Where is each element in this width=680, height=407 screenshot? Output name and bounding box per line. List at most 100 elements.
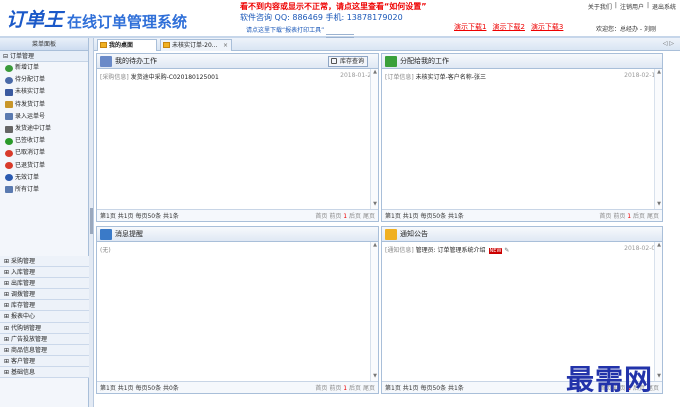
prev-page-link[interactable]: 前页 xyxy=(613,213,625,220)
form-icon xyxy=(5,113,13,121)
demo-download-links: 演示下载1 演示下载2 演示下载3 xyxy=(454,22,563,32)
return-icon xyxy=(5,162,13,170)
pagination: 第1页 共1页 每页50条 共1条 首页 前页 1 后页 尾页 xyxy=(382,209,662,221)
folder-icon xyxy=(163,42,170,48)
tab-scroll-arrows[interactable]: ◁ ▷ xyxy=(663,40,674,47)
last-page-link[interactable]: 尾页 xyxy=(363,213,375,220)
doc-icon xyxy=(5,186,13,194)
scrollbar[interactable]: ▲ ▼ xyxy=(654,242,662,381)
sidebar-item-inventory[interactable]: ⊞ 库存管理 xyxy=(0,300,89,312)
about-link[interactable]: 关于我们 xyxy=(588,2,612,11)
user-icon xyxy=(5,76,13,84)
folder-icon xyxy=(100,42,107,48)
logout-link[interactable]: 注销用户 xyxy=(620,2,644,11)
app-header: 订单王 在线订单管理系统 看不到内容或显示不正常，请点这里查看“如何设置” 软件… xyxy=(0,0,680,36)
page-number[interactable]: 1 xyxy=(343,385,347,392)
tab-my-desktop[interactable]: 我的桌面 xyxy=(97,39,157,51)
first-page-link[interactable]: 首页 xyxy=(315,385,327,392)
car-icon xyxy=(5,125,13,133)
list-item[interactable]: [采购信息] 发货途中采购-C020180125001 2018-01-25 xyxy=(97,69,378,81)
logo-main-text: 订单王 xyxy=(6,9,64,31)
sidebar-item-all-orders[interactable]: 所有订单 xyxy=(0,184,88,196)
page-number[interactable]: 1 xyxy=(343,213,347,220)
settings-notice-link[interactable]: 看不到内容或显示不正常，请点这里查看“如何设置” xyxy=(240,1,427,12)
truck-icon xyxy=(5,101,13,109)
menu-sidebar: 菜单面板 ⊟ 订单管理 新增订单 待分配订单 未核实订单 待发货订单 录入运单号… xyxy=(0,38,89,407)
sidebar-item-cancelled[interactable]: 已取消订单 xyxy=(0,147,88,159)
sidebar-item-signed[interactable]: 已签收订单 xyxy=(0,135,88,147)
sidebar-item-agency[interactable]: ⊞ 代购销管理 xyxy=(0,322,89,334)
next-page-link[interactable]: 后页 xyxy=(349,385,361,392)
cancel-icon xyxy=(5,149,13,157)
first-page-link[interactable]: 首页 xyxy=(315,213,327,220)
contact-info: 软件咨询 QQ: 886469 手机: 13878179020 xyxy=(240,13,403,22)
app-logo: 订单王 在线订单管理系统 xyxy=(6,6,187,32)
sidebar-item-in-transit[interactable]: 发货途中订单 xyxy=(0,123,88,135)
order-menu: 新增订单 待分配订单 未核实订单 待发货订单 录入运单号 发货途中订单 已签收订… xyxy=(0,62,88,196)
sidebar-item-unverified[interactable]: 未核实订单 xyxy=(0,86,88,98)
prev-page-link[interactable]: 前页 xyxy=(329,385,341,392)
top-links: 关于我们 | 注销用户 | 退出系统 xyxy=(587,2,676,11)
scrollbar[interactable]: ▲ ▼ xyxy=(370,242,378,381)
watermark: 最需网 xyxy=(566,363,654,396)
sidebar-item-transfer[interactable]: ⊞ 调拨管理 xyxy=(0,289,89,301)
inventory-query-button[interactable]: 库存查询 xyxy=(327,56,368,67)
print-tool-download-link[interactable]: 请点这里下载“报表打印工具” xyxy=(246,25,324,34)
demo-download-1-link[interactable]: 演示下载1 xyxy=(454,22,486,32)
demo-download-3-link[interactable]: 演示下载3 xyxy=(531,22,563,32)
plus-icon xyxy=(385,55,397,67)
new-badge: NEW xyxy=(488,248,503,254)
list-icon xyxy=(5,88,13,96)
list-item[interactable]: [订单信息] 未核实订单-客户名称-张三 2018-02-12 xyxy=(382,69,662,81)
tab-unverified-orders[interactable]: 未核实订单-20... × xyxy=(160,39,232,51)
sidebar-item-enter-tracking[interactable]: 录入运单号 xyxy=(0,111,88,123)
pagination: 第1页 共1页 每页50条 共1条 首页 前页 1 后页 尾页 xyxy=(97,209,378,221)
last-page-link[interactable]: 尾页 xyxy=(647,213,659,220)
sidebar-item-reports[interactable]: ⊞ 报表中心 xyxy=(0,311,89,323)
sidebar-item-customers[interactable]: ⊞ 客户管理 xyxy=(0,355,89,367)
sidebar-item-invalid[interactable]: 无效订单 xyxy=(0,172,88,184)
attachment-icon[interactable]: ✎ xyxy=(504,247,509,254)
panel-header: 通知公告 xyxy=(382,227,662,242)
sidebar-item-outbound[interactable]: ⊞ 出库管理 xyxy=(0,278,89,290)
welcome-text: 欢迎您：总经办 - 刘刚 xyxy=(596,26,656,33)
sidebar-item-new-order[interactable]: 新增订单 xyxy=(0,62,88,74)
search-icon xyxy=(330,58,337,64)
sidebar-item-inbound[interactable]: ⊞ 入库管理 xyxy=(0,267,89,279)
sidebar-item-to-ship[interactable]: 待发货订单 xyxy=(0,99,88,111)
scrollbar[interactable]: ▲ ▼ xyxy=(370,69,378,209)
close-icon[interactable]: × xyxy=(223,40,228,51)
panel-messages: 消息提醒 (无) ▲ ▼ 第1页 共1页 每页50条 共0条 首页 前页 1 后页 … xyxy=(96,226,379,394)
last-page-link[interactable]: 尾页 xyxy=(363,385,375,392)
section-order-management[interactable]: ⊟ 订单管理 xyxy=(0,51,88,62)
sidebar-item-pending-assign[interactable]: 待分配订单 xyxy=(0,74,88,86)
panel-header: 消息提醒 xyxy=(97,227,378,242)
pagination: 第1页 共1页 每页50条 共0条 首页 前页 1 后页 尾页 xyxy=(97,381,378,393)
tab-bar: 我的桌面 未核实订单-20... × ◁ ▷ xyxy=(94,38,680,51)
sidebar-item-basic-info[interactable]: ⊞ 基础信息 xyxy=(0,366,89,379)
check-icon xyxy=(5,137,13,145)
sidebar-item-ads[interactable]: ⊞ 广告投放管理 xyxy=(0,333,89,345)
first-page-link[interactable]: 首页 xyxy=(599,213,611,220)
panel-header: 分配给我的工作 xyxy=(382,54,662,69)
demo-download-2-link[interactable]: 演示下载2 xyxy=(492,22,524,32)
document-icon xyxy=(100,55,112,67)
next-page-link[interactable]: 后页 xyxy=(633,213,645,220)
collapse-handle[interactable] xyxy=(90,208,93,234)
empty-text: (无) xyxy=(100,247,111,254)
sidebar-resize-handle[interactable] xyxy=(89,38,94,407)
logo-sub-text: 在线订单管理系统 xyxy=(67,13,188,31)
sidebar-item-products[interactable]: ⊞ 商品信息管理 xyxy=(0,344,89,356)
page-number[interactable]: 1 xyxy=(627,213,631,220)
prev-page-link[interactable]: 前页 xyxy=(329,213,341,220)
next-page-link[interactable]: 后页 xyxy=(349,213,361,220)
message-icon xyxy=(100,228,112,240)
exit-link[interactable]: 退出系统 xyxy=(652,2,676,11)
plus-circle-icon xyxy=(5,64,13,72)
list-item[interactable]: [通知信息] 管理员: 订单管理系统介绍 NEW ✎ 2018-02-09 xyxy=(382,242,662,254)
sidebar-item-purchase[interactable]: ⊞ 采购管理 xyxy=(0,256,89,268)
scrollbar[interactable]: ▲ ▼ xyxy=(654,69,662,209)
info-icon xyxy=(5,174,13,182)
sidebar-item-returned[interactable]: 已退货订单 xyxy=(0,160,88,172)
folder-icon xyxy=(385,228,397,240)
